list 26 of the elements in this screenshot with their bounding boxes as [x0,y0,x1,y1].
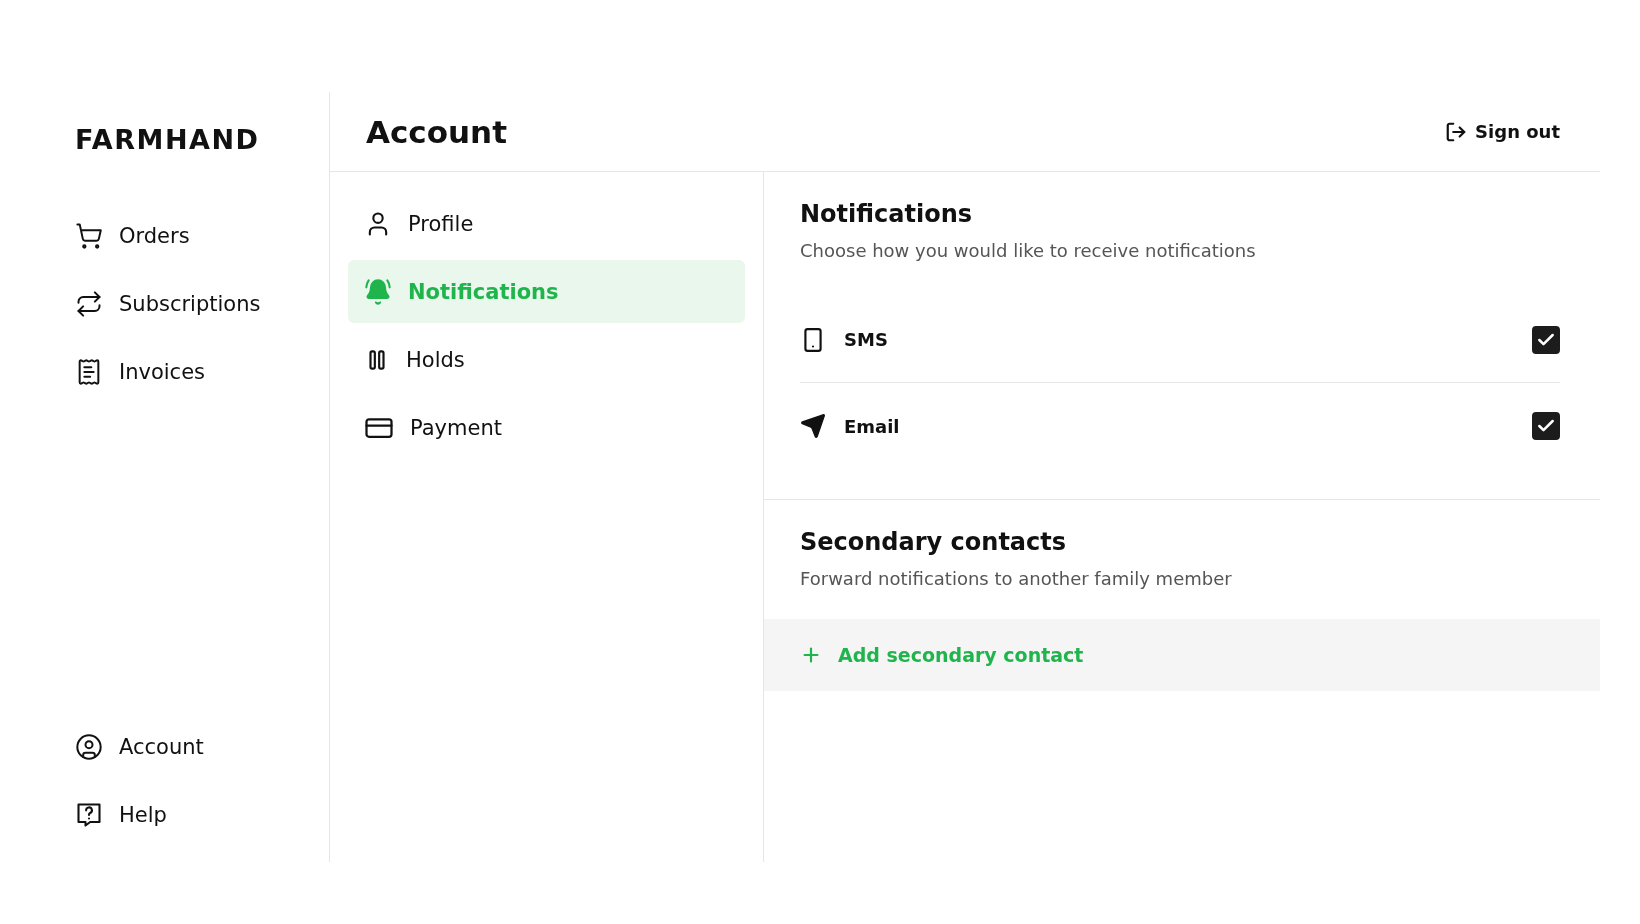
sign-out-icon [1445,120,1468,143]
menu-item[interactable]: Holds [348,328,745,391]
menu-item[interactable]: Profile [348,192,745,255]
channel-label: Email [844,415,901,437]
channel-label: SMS [844,329,889,350]
nav-item[interactable]: Help [75,796,329,834]
section-subtitle: Choose how you would like to receive notifications [800,240,1257,261]
checkbox[interactable] [1532,325,1560,354]
nav-item[interactable]: Invoices [75,353,329,391]
menu-item[interactable]: Payment [348,396,745,459]
page-title: Account [366,113,507,150]
checkbox[interactable] [1532,412,1560,440]
user-circle-icon [75,733,103,761]
cart-icon [75,222,103,250]
nav-item[interactable]: Orders [75,217,329,255]
repeat-icon [75,290,103,318]
section-title: Secondary contacts [800,528,1068,556]
section-subtitle: Forward notifications to another family member [800,568,1233,589]
bell-icon [364,277,392,306]
logo: FARMHAND [75,124,261,155]
section-title: Notifications [800,200,974,228]
help-icon [75,801,103,829]
paper-plane-icon [800,413,826,439]
nav-item[interactable]: Account [75,728,329,766]
nav-item[interactable]: Subscriptions [75,285,329,323]
sign-out-button[interactable]: Sign out [1445,116,1560,147]
